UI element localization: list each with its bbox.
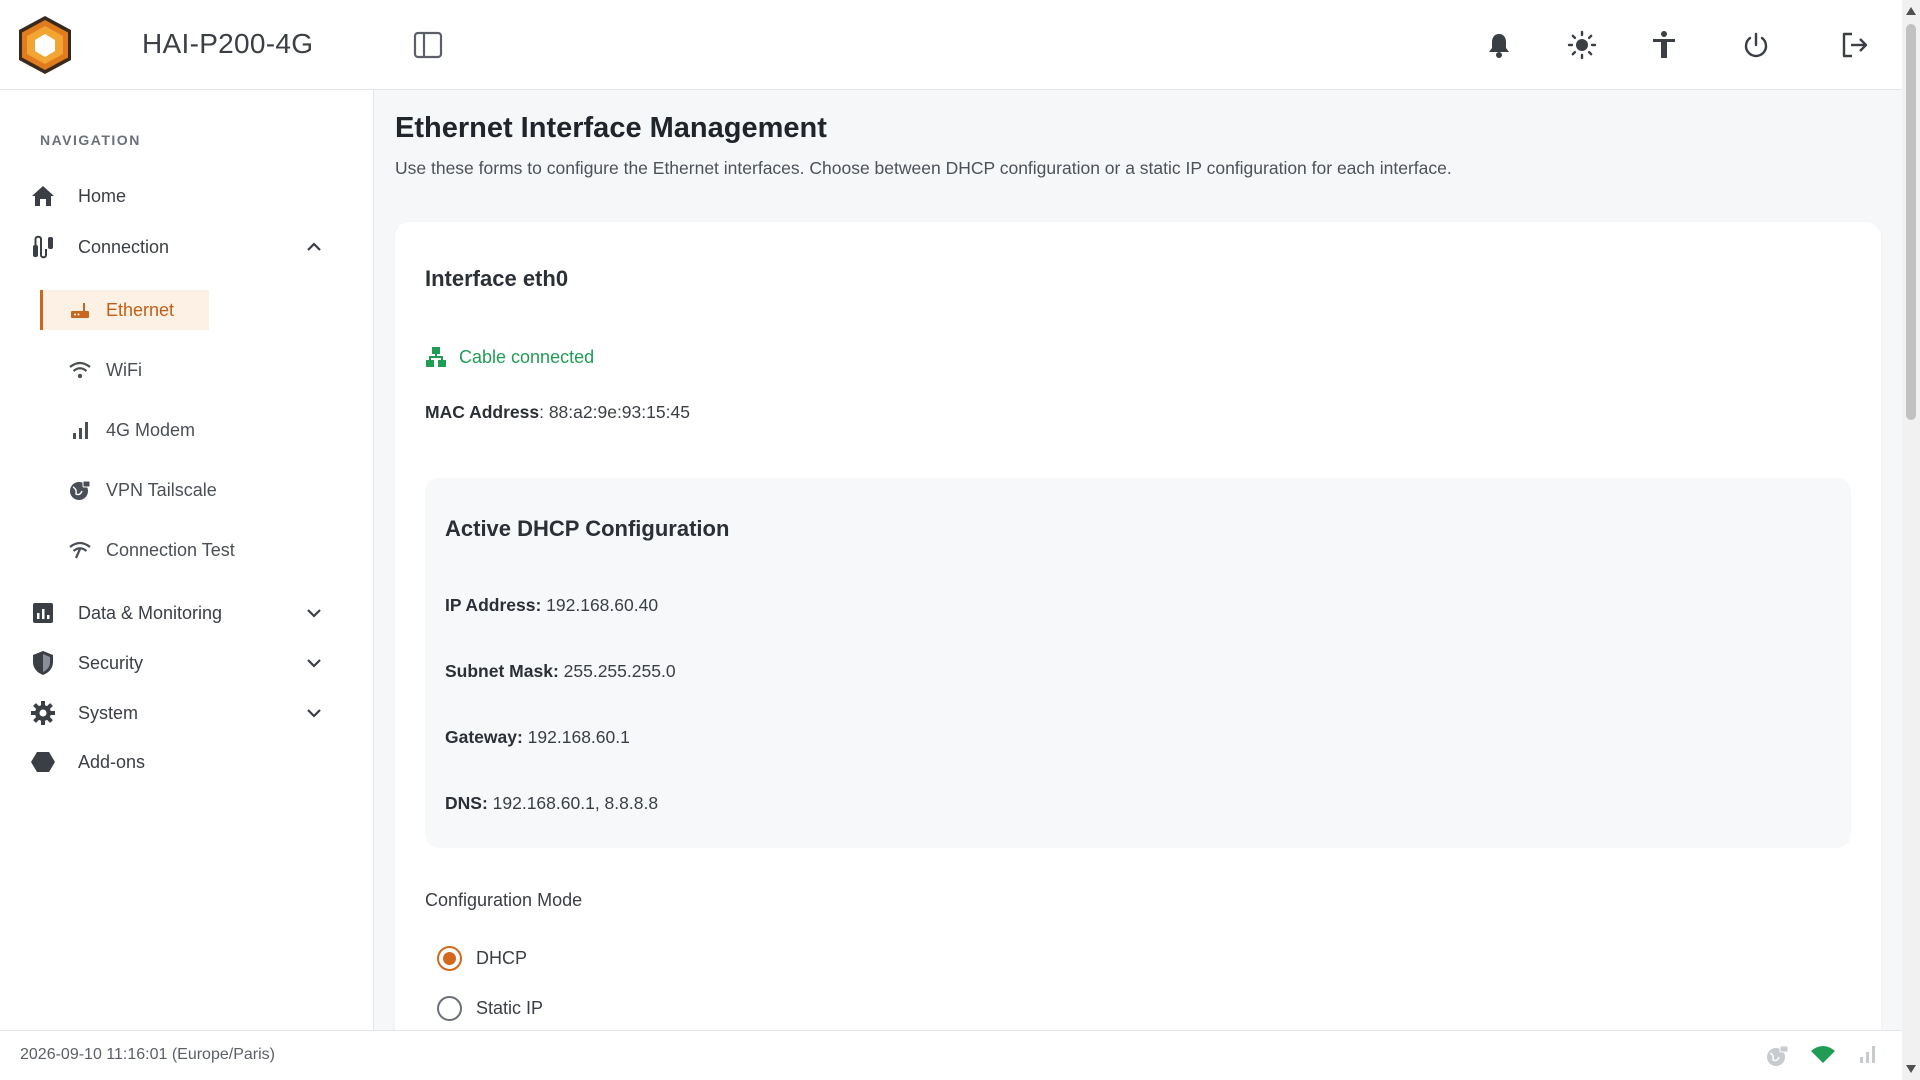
- wifi-icon: [68, 358, 92, 382]
- interface-title: Interface eth0: [425, 266, 569, 291]
- interface-card: Interface eth0 Cable connected MAC Addre…: [395, 222, 1881, 1030]
- radio-dhcp-label: DHCP: [476, 948, 528, 968]
- sidebar-subitem-vpn-tailscale[interactable]: VPN Tailscale: [40, 470, 217, 510]
- ip-address-row: IP Address: 192.168.60.40: [445, 595, 658, 616]
- sidebar-subitem-ethernet[interactable]: Ethernet: [40, 290, 209, 330]
- chevron-up-icon: [304, 237, 324, 257]
- gateway-value: 192.168.60.1: [522, 727, 630, 747]
- top-bar: HAI-P200-4G: [0, 0, 1902, 90]
- logout-icon[interactable]: [1838, 28, 1872, 62]
- ip-address-label: IP Address:: [445, 595, 542, 615]
- sidebar-subitem-label: 4G Modem: [106, 419, 196, 440]
- wifi-test-icon: [68, 538, 92, 562]
- sidebar: NAVIGATION Home Connection Ethernet WiFi…: [0, 90, 374, 1030]
- dhcp-config-title: Active DHCP Configuration: [445, 516, 730, 541]
- accessibility-icon[interactable]: [1647, 28, 1681, 62]
- chart-icon: [28, 598, 58, 628]
- main-content: Ethernet Interface Management Use these …: [375, 90, 1902, 1030]
- wifi-status-icon: [1810, 1043, 1836, 1069]
- config-mode-label: Configuration Mode: [425, 890, 583, 910]
- sidebar-subitem-label: VPN Tailscale: [106, 479, 217, 500]
- app-logo: [16, 14, 74, 76]
- radio-static-ip[interactable]: Static IP: [437, 996, 543, 1021]
- cellular-status-icon: [1857, 1043, 1883, 1069]
- sidebar-subitem-connection-test[interactable]: Connection Test: [40, 530, 235, 570]
- scroll-thumb[interactable]: [1906, 24, 1916, 420]
- bell-icon[interactable]: [1482, 28, 1516, 62]
- chevron-down-icon: [304, 703, 324, 723]
- sidebar-item-system[interactable]: System: [28, 693, 338, 733]
- radio-static-ip-label: Static IP: [476, 998, 544, 1018]
- cable-status: Cable connected: [425, 346, 594, 368]
- footer-datetime: 2026-09-10 11:16:01 (Europe/Paris): [20, 1046, 275, 1063]
- scroll-up-arrow-icon[interactable]: [1905, 6, 1917, 16]
- mac-address: MAC Address: 88:a2:9e:93:15:45: [425, 402, 690, 423]
- sidebar-subitem-wifi[interactable]: WiFi: [40, 350, 142, 390]
- sidebar-subitem-4g-modem[interactable]: 4G Modem: [40, 410, 195, 450]
- scroll-down-arrow-icon[interactable]: [1905, 1064, 1917, 1074]
- subnet-mask-value: 255.255.255.0: [558, 661, 676, 681]
- footer-status-bar: 2026-09-10 11:16:01 (Europe/Paris): [0, 1030, 1902, 1080]
- subnet-mask-row: Subnet Mask: 255.255.255.0: [445, 661, 676, 682]
- radio-dhcp[interactable]: DHCP: [437, 946, 527, 971]
- sidebar-item-security[interactable]: Security: [28, 643, 338, 683]
- mac-label: MAC Address: [425, 402, 540, 422]
- sidebar-item-home[interactable]: Home: [28, 176, 338, 216]
- sidebar-item-label: Security: [78, 652, 144, 673]
- dhcp-config-panel: Active DHCP Configuration IP Address: 19…: [425, 478, 1851, 848]
- dns-value: 192.168.60.1, 8.8.8.8: [487, 793, 659, 813]
- sidebar-item-label: System: [78, 702, 139, 723]
- signal-bars-icon: [68, 418, 92, 442]
- power-icon[interactable]: [1739, 28, 1773, 62]
- nav-heading: NAVIGATION: [40, 132, 141, 148]
- sidebar-item-label: Home: [78, 185, 127, 206]
- sidebar-item-add-ons[interactable]: Add-ons: [28, 742, 338, 782]
- page-title: Ethernet Interface Management: [395, 112, 827, 144]
- gear-icon: [28, 698, 58, 728]
- sidebar-item-data-monitoring[interactable]: Data & Monitoring: [28, 593, 338, 633]
- router-icon: [68, 298, 92, 322]
- dns-label: DNS:: [445, 793, 488, 813]
- network-connected-icon: [425, 346, 447, 368]
- dns-row: DNS: 192.168.60.1, 8.8.8.8: [445, 793, 658, 814]
- sidebar-subitem-label: Ethernet: [106, 299, 175, 320]
- page-description: Use these forms to configure the Etherne…: [395, 158, 1452, 178]
- cable-status-text: Cable connected: [459, 346, 595, 367]
- app-title: HAI-P200-4G: [142, 28, 314, 59]
- home-icon: [28, 181, 58, 211]
- subnet-mask-label: Subnet Mask:: [445, 661, 559, 681]
- mac-value: : 88:a2:9e:93:15:45: [539, 402, 690, 422]
- radio-button-unchecked[interactable]: [437, 996, 462, 1021]
- sidebar-item-connection[interactable]: Connection: [28, 227, 338, 267]
- vpn-globe-icon: [68, 478, 92, 502]
- hexagon-icon: [28, 747, 58, 777]
- connection-icon: [28, 232, 58, 262]
- chevron-down-icon: [304, 653, 324, 673]
- sidebar-subitem-label: Connection Test: [106, 539, 235, 560]
- ip-address-value: 192.168.60.40: [541, 595, 659, 615]
- sun-icon[interactable]: [1565, 28, 1599, 62]
- vpn-status-icon: [1764, 1043, 1790, 1069]
- sidebar-item-label: Add-ons: [78, 751, 146, 772]
- sidebar-toggle-icon[interactable]: [412, 30, 444, 60]
- gateway-row: Gateway: 192.168.60.1: [445, 727, 630, 748]
- page-scrollbar[interactable]: [1902, 0, 1920, 1080]
- chevron-down-icon: [304, 603, 324, 623]
- sidebar-subitem-label: WiFi: [106, 359, 142, 380]
- radio-button-checked[interactable]: [437, 946, 462, 971]
- sidebar-item-label: Data & Monitoring: [78, 602, 223, 623]
- gateway-label: Gateway:: [445, 727, 523, 747]
- sidebar-item-label: Connection: [78, 236, 170, 257]
- shield-icon: [28, 648, 58, 678]
